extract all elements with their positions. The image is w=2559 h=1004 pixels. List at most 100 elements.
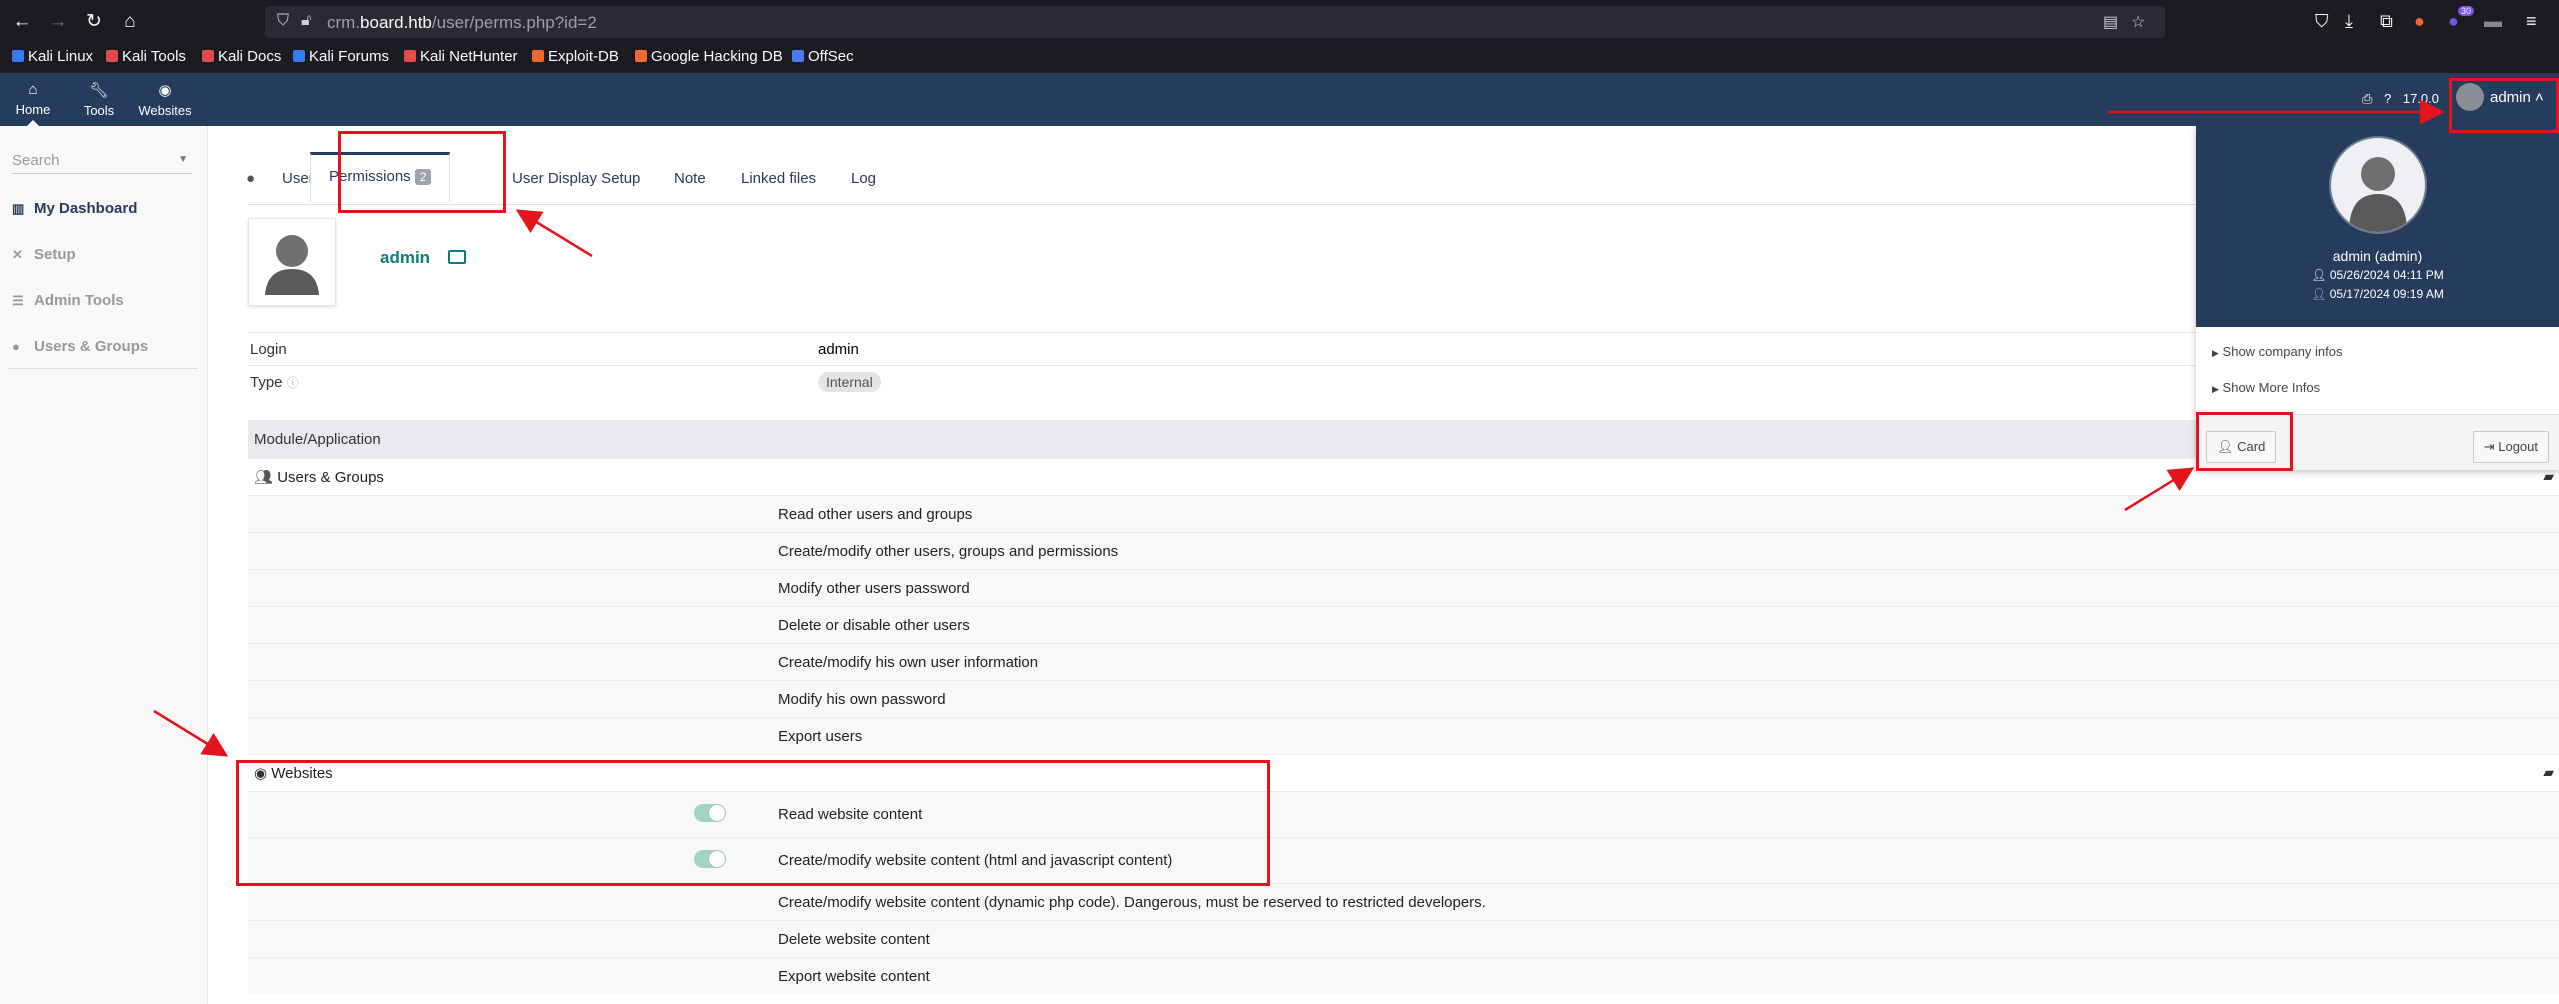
shield-icon[interactable]: ⛉ <box>277 12 289 30</box>
left-sidebar: Search ▼ ▥ My Dashboard ✕ Setup ☰ Admin Tool… <box>0 126 208 1004</box>
perm-row: Delete website content <box>248 920 2559 957</box>
menu-websites[interactable]: ◉ Websites <box>135 81 195 118</box>
tab-user-display-setup[interactable]: User Display Setup <box>512 154 640 204</box>
search-input[interactable]: Search ▼ <box>12 152 192 174</box>
annotation-box-websites <box>236 760 1270 886</box>
bookmark-kali-forums[interactable]: Kali Forums <box>293 48 389 65</box>
user-silhouette-icon <box>265 235 319 295</box>
perm-row: Delete or disable other users <box>248 606 2559 643</box>
sidebar-divider <box>8 368 198 369</box>
sidebar-item-my-dashboard[interactable]: ▥ My Dashboard <box>12 200 137 217</box>
user-icon: ● <box>12 339 20 354</box>
topbar-info: ⎙ ? 17.0.0 <box>2354 91 2439 107</box>
bookmark-google-hacking-db[interactable]: Google Hacking DB <box>635 48 783 65</box>
kali-docs-icon <box>202 50 214 62</box>
list-icon: ☰ <box>12 293 24 308</box>
globe-icon: ◉ <box>158 82 172 99</box>
extensions-icon[interactable]: ⧉ <box>2380 11 2393 32</box>
url-text[interactable]: crm.board.htb/user/perms.php?id=2 <box>327 13 597 33</box>
perm-row: Create/modify website content (dynamic p… <box>248 883 2559 920</box>
annotation-box-user-menu <box>2449 78 2559 133</box>
caret-right-icon: ▶ <box>2212 348 2219 358</box>
user-head-icon: ● <box>246 170 256 187</box>
users-icon: 👥︎ <box>254 469 274 486</box>
kali-tools-icon <box>106 50 118 62</box>
info-icon: ⓘ <box>286 376 299 390</box>
lock-icon[interactable]: 🔓︎ <box>301 12 311 30</box>
sidebar-item-users-groups[interactable]: ● Users & Groups <box>12 338 148 355</box>
previous-login-date: 👤︎ 05/17/2024 09:19 AM <box>2311 287 2444 301</box>
user-clock-icon: 👤︎ <box>2311 268 2327 282</box>
app-topbar: ⌂ Home 🔧︎ Tools ◉ Websites ⎙ ? 17.0.0 admin… <box>0 73 2559 126</box>
tab-log[interactable]: Log <box>851 154 876 204</box>
tab-note[interactable]: Note <box>674 154 706 204</box>
user-silhouette-icon <box>2349 157 2407 232</box>
annotation-box-card <box>2196 412 2293 471</box>
tab-user[interactable]: User <box>282 154 314 204</box>
star-icon[interactable]: ☆ <box>2131 12 2145 32</box>
foxy-icon[interactable]: ● <box>2414 11 2425 32</box>
vcard-icon[interactable] <box>448 250 466 264</box>
back-icon[interactable]: ← <box>10 10 34 34</box>
field-value: admin <box>818 341 859 358</box>
reader-icon[interactable]: ▤ <box>2103 12 2118 32</box>
bookmark-kali-docs[interactable]: Kali Docs <box>202 48 281 65</box>
sidebar-item-setup[interactable]: ✕ Setup <box>12 246 76 263</box>
type-pill: Internal <box>818 372 881 392</box>
menu-icon[interactable]: ≡ <box>2526 11 2537 32</box>
addon-icon[interactable]: ● <box>2448 11 2459 32</box>
logout-button[interactable]: ⇥ Logout <box>2472 431 2549 463</box>
chart-icon: ▥ <box>12 201 25 216</box>
home-icon: ⌂ <box>28 81 38 98</box>
show-company-infos-link[interactable]: ▶ Show company infos <box>2212 344 2343 359</box>
bookmark-kali-tools[interactable]: Kali Tools <box>106 48 186 65</box>
bookmark-kali-nethunter[interactable]: Kali NetHunter <box>404 48 518 65</box>
version-text: 17.0.0 <box>2402 91 2439 106</box>
bookmark-offsec[interactable]: OffSec <box>792 48 854 65</box>
field-label: Login <box>250 341 287 358</box>
folder-open-icon[interactable]: ▰ <box>2543 468 2554 485</box>
show-more-infos-link[interactable]: ▶ Show More Infos <box>2212 380 2320 395</box>
home-icon[interactable]: ⌂ <box>118 10 142 34</box>
perm-row: Export website content <box>248 957 2559 994</box>
download-icon[interactable]: ⤓ <box>2345 11 2353 32</box>
perm-row: Modify his own password <box>248 680 2559 717</box>
help-icon[interactable]: ? <box>2384 91 2391 106</box>
pocket-icon[interactable]: ⛉ <box>2315 11 2329 32</box>
tab-linked-files[interactable]: Linked files <box>741 154 816 204</box>
nethunter-icon <box>404 50 416 62</box>
hat-icon[interactable]: ▬ <box>2484 11 2502 32</box>
menu-tools[interactable]: 🔧︎ Tools <box>69 81 129 118</box>
perm-row: Export users <box>248 717 2559 754</box>
offsec-icon <box>792 50 804 62</box>
sidebar-item-admin-tools[interactable]: ☰ Admin Tools <box>12 292 124 309</box>
addon-badge: 30 <box>2458 6 2475 16</box>
last-login-date: 👤︎ 05/26/2024 04:11 PM <box>2311 268 2444 282</box>
caret-down-icon: ▼ <box>178 154 188 165</box>
browser-nav-row: ← → ↻ ⌂ ⛉ 🔓︎ crm.board.htb/user/perms.ph… <box>0 0 2559 44</box>
forward-icon[interactable]: → <box>46 10 70 34</box>
sign-out-icon: ⇥ <box>2483 439 2495 454</box>
kali-icon <box>12 50 24 62</box>
url-bar[interactable]: ⛉ 🔓︎ crm.board.htb/user/perms.php?id=2 ☆… <box>265 6 2165 38</box>
user-photo <box>248 218 336 306</box>
field-value: Internal <box>818 372 881 392</box>
bookmarks-bar: Kali Linux Kali Tools Kali Docs Kali For… <box>0 44 2559 73</box>
bookmark-exploit-db[interactable]: Exploit-DB <box>532 48 619 65</box>
field-label: Type ⓘ <box>250 374 299 391</box>
exploit-db-icon <box>532 50 544 62</box>
avatar <box>2329 136 2427 234</box>
bookmark-kali-linux[interactable]: Kali Linux <box>12 48 93 65</box>
browser-chrome: ← → ↻ ⌂ ⛉ 🔓︎ crm.board.htb/user/perms.ph… <box>0 0 2559 73</box>
folder-open-icon[interactable]: ▰ <box>2543 764 2554 781</box>
perm-row: Modify other users password <box>248 569 2559 606</box>
user-clock-icon: 👤︎ <box>2311 287 2327 301</box>
field-login-row: Login admin <box>248 332 2458 365</box>
dropdown-user-name: admin (admin) <box>2332 248 2423 264</box>
ghdb-icon <box>635 50 647 62</box>
reload-icon[interactable]: ↻ <box>82 10 106 34</box>
menu-home[interactable]: ⌂ Home <box>3 81 63 126</box>
perm-row: Create/modify other users, groups and pe… <box>248 532 2559 569</box>
annotation-box-permissions <box>338 131 506 213</box>
print-icon[interactable]: ⎙ <box>2362 91 2372 106</box>
